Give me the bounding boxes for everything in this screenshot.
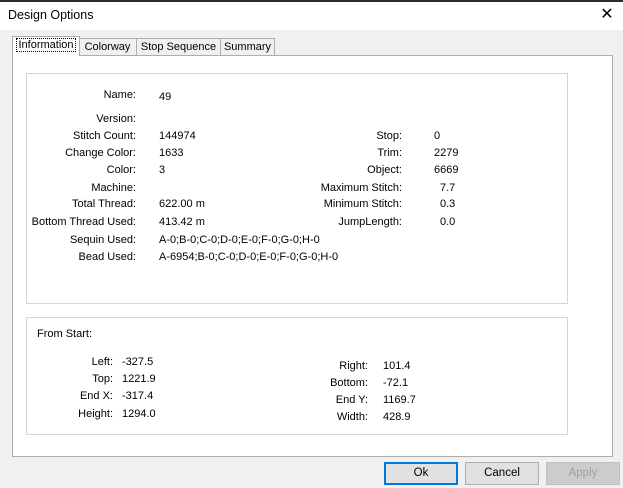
change-color-label: Change Color: [65, 147, 136, 159]
width-label: Width: [336, 411, 368, 423]
stop-value: 0 [434, 130, 441, 142]
end-y-value: 1169.7 [383, 394, 416, 406]
object-label: Object: [367, 164, 402, 176]
jump-length-label: JumpLength: [338, 216, 402, 228]
maximum-stitch-value: 7.7 [440, 182, 456, 194]
stop-label: Stop: [376, 130, 402, 142]
name-label: Name: [103, 89, 136, 101]
stitch-count-value: 144974 [159, 130, 196, 142]
top-label: Top: [92, 373, 113, 385]
minimum-stitch-value: 0.3 [440, 198, 456, 210]
name-value: 49 [159, 91, 172, 103]
window-title: Design Options [8, 8, 94, 22]
from-start-group: From Start: Left: -327.5 Top: 1221.9 End… [26, 317, 568, 435]
cancel-button[interactable]: Cancel [465, 462, 539, 485]
end-x-value: -317.4 [122, 390, 154, 402]
end-x-label: End X: [79, 390, 113, 402]
trim-label: Trim: [377, 147, 402, 159]
color-label: Color: [106, 164, 136, 176]
total-thread-value: 622.00 m [159, 198, 205, 210]
change-color-value: 1633 [159, 147, 184, 159]
apply-button[interactable]: Apply [546, 462, 620, 485]
maximum-stitch-label: Maximum Stitch: [320, 182, 402, 194]
left-value: -327.5 [122, 356, 154, 368]
tab-information[interactable]: Information [12, 36, 80, 56]
information-panel: Name: 49 Version: Stitch Count: 144974 C… [12, 55, 613, 457]
top-value: 1221.9 [122, 373, 156, 385]
bottom-thread-label: Bottom Thread Used: [31, 216, 136, 228]
ok-button[interactable]: Ok [384, 462, 458, 485]
from-start-heading: From Start: [37, 328, 93, 340]
tab-colorway[interactable]: Colorway [78, 38, 137, 56]
right-value: 101.4 [383, 360, 411, 372]
bottom-value: -72.1 [383, 377, 409, 389]
sequin-used-value: A-0;B-0;C-0;D-0;E-0;F-0;G-0;H-0 [159, 234, 320, 246]
version-label: Version: [96, 113, 136, 125]
width-value: 428.9 [383, 411, 411, 423]
tab-summary[interactable]: Summary [220, 38, 275, 56]
bead-used-label: Bead Used: [78, 251, 136, 263]
machine-label: Machine: [91, 182, 136, 194]
stitch-count-label: Stitch Count: [73, 130, 136, 142]
height-label: Height: [78, 408, 113, 420]
minimum-stitch-label: Minimum Stitch: [323, 198, 402, 210]
design-info-group: Name: 49 Version: Stitch Count: 144974 C… [26, 73, 568, 304]
end-y-label: End Y: [335, 394, 368, 406]
bottom-thread-value: 413.42 m [159, 216, 205, 228]
close-icon[interactable]: ✕ [593, 4, 621, 26]
tab-stop-sequence[interactable]: Stop Sequence [136, 38, 221, 56]
height-value: 1294.0 [122, 408, 156, 420]
total-thread-label: Total Thread: [71, 198, 136, 210]
bead-used-value: A-6954;B-0;C-0;D-0;E-0;F-0;G-0;H-0 [159, 251, 339, 263]
sequin-used-label: Sequin Used: [69, 234, 136, 246]
tab-information-label: Information [16, 38, 76, 52]
left-label: Left: [91, 356, 113, 368]
dialog-footer: Ok Cancel Apply [0, 459, 623, 488]
object-value: 6669 [434, 164, 459, 176]
bottom-label: Bottom: [330, 377, 368, 389]
right-label: Right: [339, 360, 368, 372]
trim-value: 2279 [434, 147, 459, 159]
title-bar: Design Options ✕ [0, 2, 623, 30]
jump-length-value: 0.0 [440, 216, 456, 228]
color-value: 3 [159, 164, 166, 176]
